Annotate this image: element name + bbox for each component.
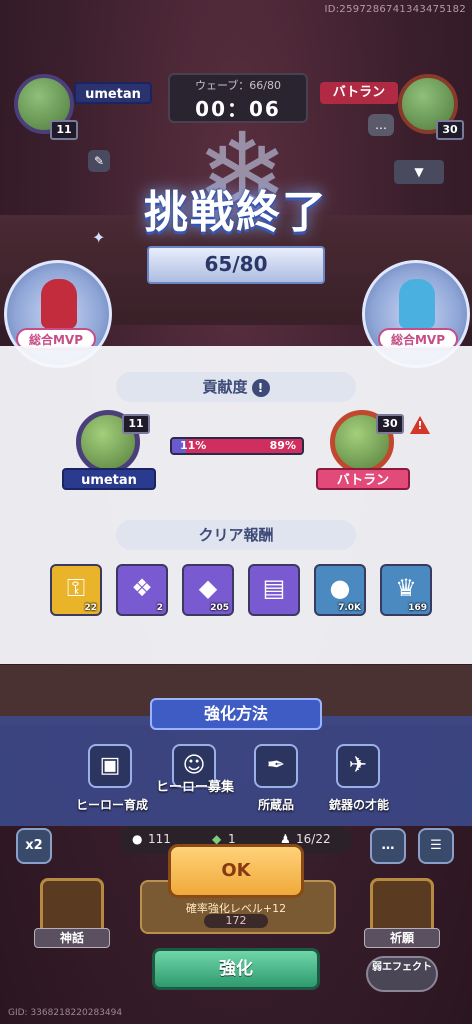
speed-toggle[interactable]: x2 [16, 828, 52, 864]
result-panel: 貢献度! 11 umetan 30 ! バトラン クリア報酬 ⚿ 22 ❖ 2 ◆ 205… [0, 346, 472, 664]
enhance-title: 強化方法 [150, 698, 322, 730]
score-ribbon: 65/80 [147, 246, 325, 284]
enhance-option-hero-training[interactable]: ヒーロー育成 [62, 796, 162, 813]
enhance-button[interactable]: 強化 [152, 948, 320, 990]
upgrade-cost: 172 [204, 914, 268, 928]
hero-card-icon[interactable]: ▣ [88, 744, 132, 788]
enhance-option-hero-recruit[interactable]: ヒーロー募集 [150, 780, 240, 796]
game-id: GID: 3368218220283494 [8, 1008, 123, 1018]
sparkle-icon: ✦ [92, 228, 106, 247]
mvp-left-hero [41, 279, 77, 329]
reward-item[interactable]: ◆ 205 [182, 564, 234, 616]
score-value: 65/80 [204, 252, 268, 276]
weak-effect-button[interactable]: 弱エフェクト [366, 956, 438, 992]
reward-item[interactable]: ⚿ 22 [50, 564, 102, 616]
myth-label[interactable]: 神話 [34, 928, 110, 948]
reward-qty: 169 [408, 603, 427, 613]
gold-key-icon: ⚿ [66, 574, 86, 602]
trophy-icon: ♛ [395, 574, 417, 602]
chat-button[interactable]: … [370, 828, 406, 864]
unit-count: 16/22 [296, 832, 331, 846]
contribution-label: 貢献度 [202, 378, 248, 396]
wave-label: ウェーブ：66/80 [194, 79, 282, 92]
left-player-level: 11 [50, 120, 78, 140]
reward-qty: 2 [156, 603, 163, 613]
contrib-left-name: umetan [62, 468, 156, 490]
contrib-left-level: 11 [122, 414, 150, 434]
prayer-label[interactable]: 祈願 [364, 928, 440, 948]
contribution-bar: 11% 89% [170, 437, 304, 455]
mvp-right-hero [399, 279, 435, 329]
feather-icon[interactable]: ✒ [254, 744, 298, 788]
reward-header: クリア報酬 [116, 520, 356, 550]
reward-item[interactable]: ▤ [248, 564, 300, 616]
reward-item[interactable]: ● 7.0K [314, 564, 366, 616]
ok-button[interactable]: OK [168, 844, 304, 898]
gold-coin-icon: ● [329, 574, 351, 602]
chat-icon[interactable]: … [368, 114, 394, 136]
enhance-option-gun-talent[interactable]: 銃器の才能 [316, 796, 402, 813]
purple-chest-icon: ▤ [262, 574, 286, 602]
info-icon[interactable]: ! [251, 378, 270, 397]
right-player-name: バトラン [320, 82, 398, 104]
reward-qty: 205 [210, 603, 229, 613]
purple-gem-icon: ◆ [198, 574, 218, 602]
reward-item[interactable]: ❖ 2 [116, 564, 168, 616]
session-id: ID:2597286741343475182 [324, 4, 466, 15]
contrib-right-name: バトラン [316, 468, 410, 490]
contribution-right-percent: 89% [269, 439, 296, 452]
contribution-header: 貢献度! [116, 372, 356, 402]
menu-icon[interactable]: ☰ [418, 828, 454, 864]
reward-qty: 7.0K [338, 603, 361, 613]
reward-qty: 22 [84, 603, 97, 613]
right-player-level: 30 [436, 120, 464, 140]
gun-icon[interactable]: ✈ [336, 744, 380, 788]
contrib-right-level: 30 [376, 414, 404, 434]
coin-icon: ● [132, 832, 143, 846]
note-icon[interactable]: ✎ [88, 150, 110, 172]
blue-crystal-icon: ❖ [131, 574, 153, 602]
reward-item[interactable]: ♛ 169 [380, 564, 432, 616]
warning-icon[interactable]: ! [410, 416, 430, 434]
coin-count: 111 [148, 832, 171, 846]
result-title: 挑戦終了 [144, 187, 328, 238]
left-player-name: umetan [74, 82, 152, 104]
contribution-left-percent: 11% [180, 439, 207, 452]
reward-row: ⚿ 22 ❖ 2 ◆ 205 ▤ ● 7.0K ♛ 169 [50, 564, 434, 620]
enhance-option-collection[interactable]: 所蔵品 [236, 796, 316, 813]
